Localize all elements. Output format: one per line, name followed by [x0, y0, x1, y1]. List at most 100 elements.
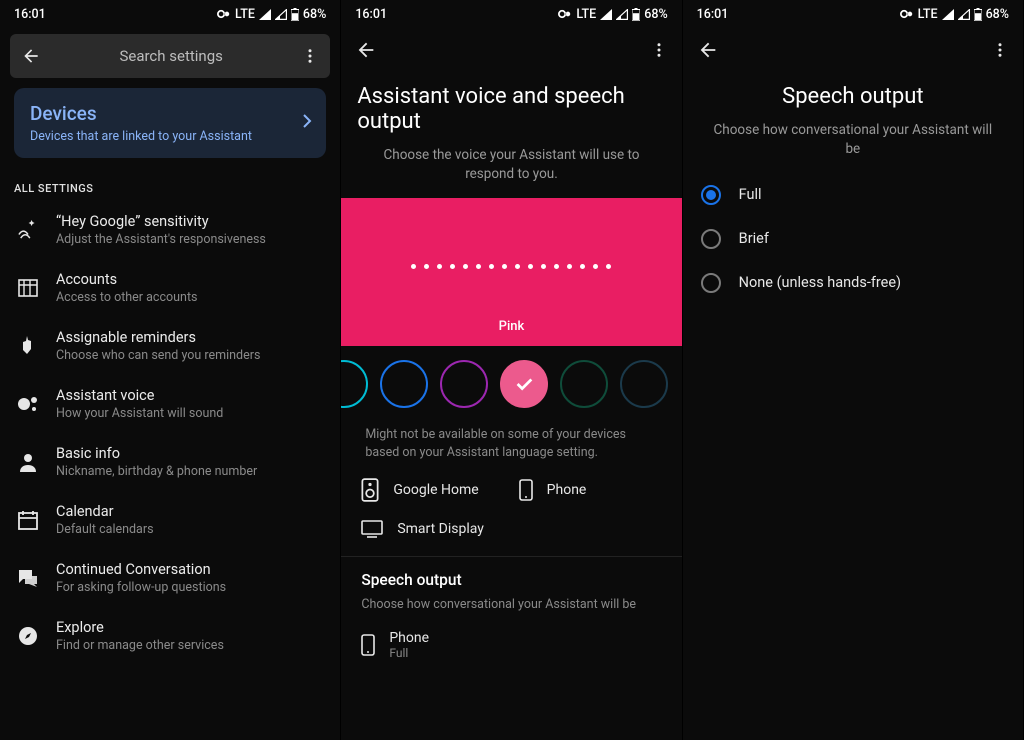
app-bar	[683, 28, 1023, 76]
speech-output-phone[interactable]: Phone Full	[341, 630, 681, 660]
voice-option-purple[interactable]	[440, 360, 488, 408]
chat-icon	[16, 566, 40, 590]
setting-title: “Hey Google” sensitivity	[56, 213, 326, 230]
option-label: Full	[739, 186, 762, 203]
page-subtitle: Choose the voice your Assistant will use…	[341, 140, 681, 198]
speaker-icon	[361, 478, 379, 502]
setting-explore[interactable]: Explore Find or manage other services	[0, 607, 340, 665]
setting-hey-google[interactable]: “Hey Google” sensitivity Adjust the Assi…	[0, 201, 340, 259]
app-bar	[341, 28, 681, 76]
display-icon	[361, 520, 383, 538]
setting-reminders[interactable]: Assignable reminders Choose who can send…	[0, 317, 340, 375]
search-placeholder[interactable]: Search settings	[44, 47, 298, 65]
setting-title: Explore	[56, 619, 326, 636]
more-icon[interactable]	[298, 47, 322, 65]
voice-name: Pink	[341, 319, 681, 334]
device-phone: Phone	[519, 478, 587, 502]
radio-icon	[701, 185, 721, 205]
device-list: Google Home Phone Smart Display	[341, 478, 681, 552]
speech-item-value: Full	[389, 646, 429, 660]
setting-subtitle: Default calendars	[56, 522, 326, 537]
phone-icon	[361, 634, 375, 656]
voice-color-row	[341, 346, 681, 426]
setting-subtitle: Adjust the Assistant's responsiveness	[56, 232, 326, 247]
battery-icon	[974, 8, 982, 21]
status-right: LTE 68%	[558, 7, 667, 22]
waveform-icon	[341, 264, 681, 269]
more-icon[interactable]	[991, 41, 1009, 63]
signal-icon-1	[942, 9, 954, 20]
voice-option-teal[interactable]	[620, 360, 668, 408]
speech-output-pane: 16:01 LTE 68% Speech output Choose how c…	[683, 0, 1024, 740]
voice-preview-card[interactable]: Pink	[341, 198, 681, 346]
device-label: Smart Display	[397, 521, 484, 537]
setting-voice[interactable]: Assistant voice How your Assistant will …	[0, 375, 340, 433]
all-settings-label: ALL SETTINGS	[0, 158, 340, 201]
phone-icon	[519, 479, 533, 501]
voice-option-green[interactable]	[560, 360, 608, 408]
page-subtitle: Choose how conversational your Assistant…	[683, 115, 1023, 173]
setting-accounts[interactable]: Accounts Access to other accounts	[0, 259, 340, 317]
option-label: None (unless hands-free)	[739, 274, 901, 291]
sensitivity-icon	[16, 218, 40, 242]
devices-card[interactable]: Devices Devices that are linked to your …	[14, 88, 326, 158]
signal-icon-1	[600, 9, 612, 20]
status-bar: 16:01 LTE 68%	[341, 0, 681, 28]
accounts-icon	[16, 276, 40, 300]
check-icon	[513, 373, 535, 395]
device-label: Google Home	[393, 482, 478, 498]
setting-subtitle: For asking follow-up questions	[56, 580, 326, 595]
setting-title: Assistant voice	[56, 387, 326, 404]
status-right: LTE 68%	[217, 7, 326, 22]
assistant-icon	[16, 392, 40, 416]
battery-icon	[632, 8, 640, 21]
setting-subtitle: Nickname, birthday & phone number	[56, 464, 326, 479]
network-type: LTE	[918, 7, 938, 22]
setting-calendar[interactable]: Calendar Default calendars	[0, 491, 340, 549]
setting-subtitle: Access to other accounts	[56, 290, 326, 305]
setting-title: Calendar	[56, 503, 326, 520]
option-full[interactable]: Full	[683, 173, 1023, 217]
voice-settings-pane: 16:01 LTE 68% Assistant voice and speech…	[341, 0, 682, 740]
device-label: Phone	[547, 482, 587, 498]
vpn-icon	[558, 9, 572, 19]
signal-icon-2	[958, 9, 970, 20]
search-bar[interactable]: Search settings	[10, 34, 330, 78]
voice-option-blue[interactable]	[380, 360, 428, 408]
speech-output-subtitle: Choose how conversational your Assistant…	[341, 597, 681, 630]
radio-icon	[701, 229, 721, 249]
network-type: LTE	[576, 7, 596, 22]
option-label: Brief	[739, 230, 769, 247]
more-icon[interactable]	[650, 41, 668, 63]
settings-list-pane: 16:01 LTE 68% Search settings Devices De…	[0, 0, 341, 740]
battery-percent: 68%	[644, 7, 667, 22]
explore-icon	[16, 624, 40, 648]
status-right: LTE 68%	[900, 7, 1009, 22]
status-time: 16:01	[14, 7, 46, 22]
device-google-home: Google Home	[361, 478, 478, 502]
devices-subtitle: Devices that are linked to your Assistan…	[30, 129, 310, 144]
back-icon[interactable]	[697, 39, 719, 65]
setting-subtitle: How your Assistant will sound	[56, 406, 326, 421]
radio-icon	[701, 273, 721, 293]
speech-item-title: Phone	[389, 630, 429, 646]
page-title: Speech output	[683, 76, 1023, 115]
setting-title: Accounts	[56, 271, 326, 288]
battery-percent: 68%	[303, 7, 326, 22]
divider	[341, 556, 681, 557]
voice-option-cyan[interactable]	[341, 360, 368, 408]
setting-continued-conversation[interactable]: Continued Conversation For asking follow…	[0, 549, 340, 607]
signal-icon-2	[616, 9, 628, 20]
speech-output-title: Speech output	[341, 571, 681, 597]
option-brief[interactable]: Brief	[683, 217, 1023, 261]
back-icon[interactable]	[355, 39, 377, 65]
setting-subtitle: Choose who can send you reminders	[56, 348, 326, 363]
voice-option-pink[interactable]	[500, 360, 548, 408]
device-smart-display: Smart Display	[361, 520, 484, 538]
battery-icon	[291, 8, 299, 21]
calendar-icon	[16, 508, 40, 532]
back-icon[interactable]	[18, 46, 44, 66]
availability-note: Might not be available on some of your d…	[341, 426, 681, 478]
option-none[interactable]: None (unless hands-free)	[683, 261, 1023, 305]
setting-basic-info[interactable]: Basic info Nickname, birthday & phone nu…	[0, 433, 340, 491]
